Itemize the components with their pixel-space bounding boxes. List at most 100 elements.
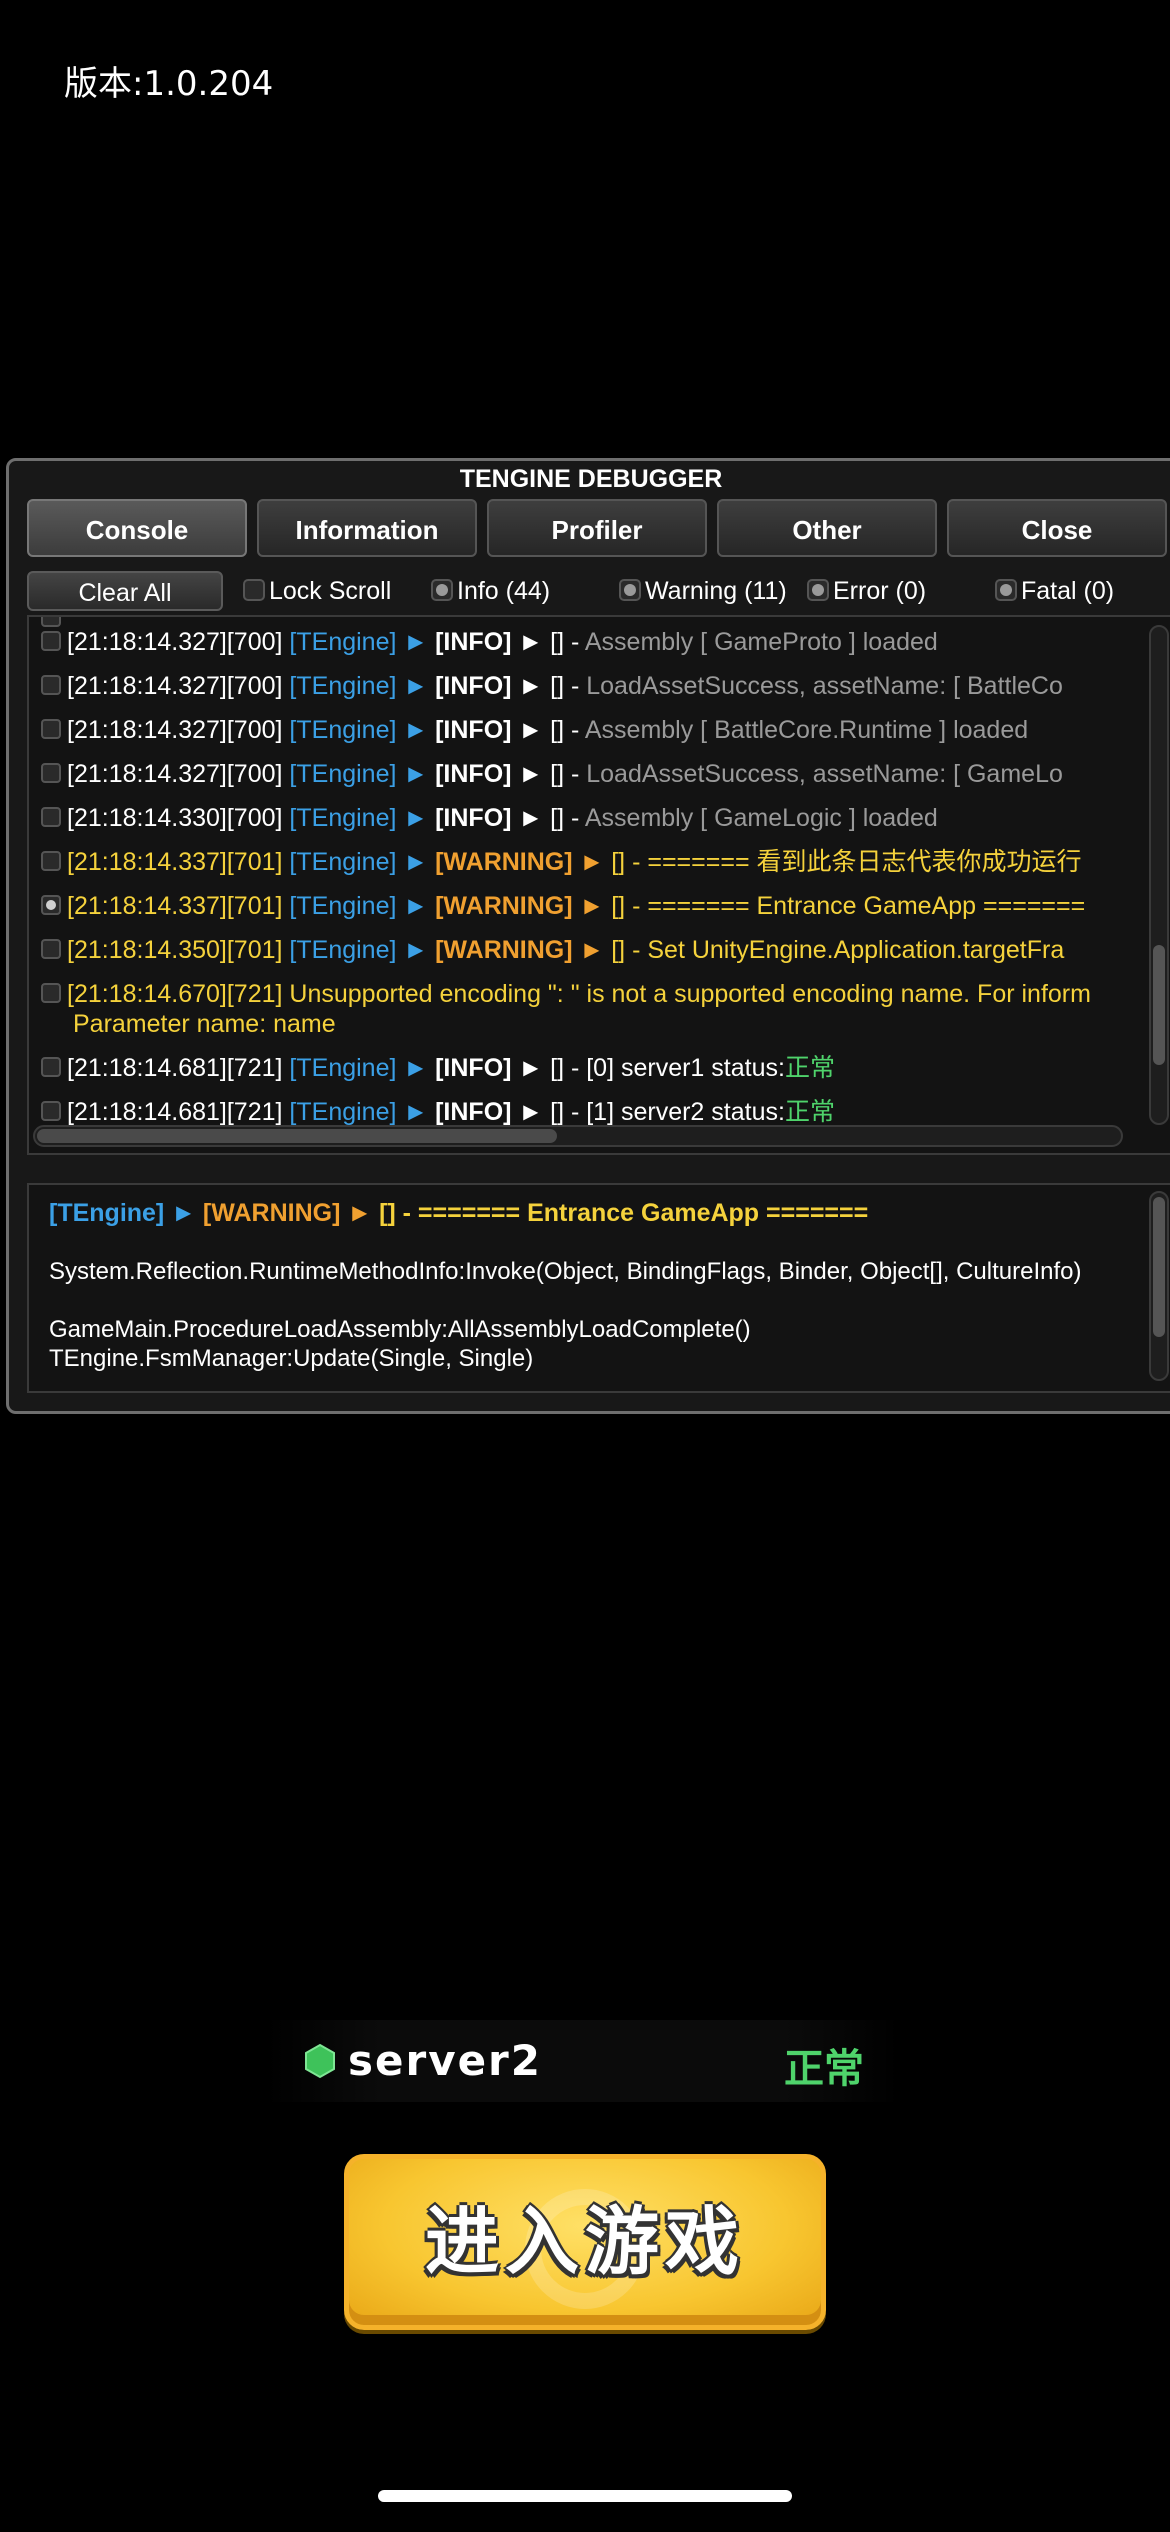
- log-vertical-scrollbar[interactable]: [1149, 625, 1169, 1125]
- log-row[interactable]: [21:18:14.681][721] [TEngine] ► [INFO] ►…: [41, 1053, 835, 1083]
- checkbox-icon: [41, 1057, 61, 1078]
- log-row[interactable]: [21:18:14.327][700] [TEngine] ► [INFO] ►…: [41, 671, 1063, 701]
- checkbox-icon: [41, 983, 61, 1004]
- detail-level: [WARNING]: [202, 1199, 341, 1227]
- arrow-icon: ►: [518, 716, 544, 744]
- server-name: server2: [348, 2036, 542, 2085]
- server-selector[interactable]: server2 正常: [266, 2020, 900, 2102]
- detail-message: [] - ======= Entrance GameApp =======: [379, 1199, 869, 1227]
- log-time: [21:18:14.681][721]: [67, 1098, 283, 1126]
- home-indicator[interactable]: [378, 2490, 792, 2502]
- arrow-icon: ►: [403, 628, 429, 656]
- error-filter-toggle[interactable]: Error (0): [807, 573, 926, 609]
- log-detail-panel[interactable]: [TEngine] ► [WARNING] ► [] - ======= Ent…: [27, 1183, 1170, 1393]
- detail-source: [TEngine]: [49, 1199, 165, 1227]
- checkbox-icon: [41, 617, 61, 628]
- tab-other[interactable]: Other: [717, 499, 937, 557]
- log-source: [TEngine]: [289, 628, 397, 656]
- log-message: Assembly [ GameProto ] loaded: [584, 628, 938, 656]
- stack-trace-line: GameMain.ProcedureLoadAssembly:AllAssemb…: [49, 1316, 751, 1343]
- log-time: [21:18:14.337][701]: [67, 848, 283, 876]
- log-row[interactable]: [21:18:14.681][721] [TEngine] ► [INFO] ►…: [41, 1097, 835, 1127]
- checkbox-icon: [41, 631, 61, 652]
- log-row[interactable]: [21:18:14.327][700] [TEngine] ► [INFO] ►…: [41, 715, 1028, 745]
- warning-filter-label: Warning (11): [645, 577, 787, 605]
- log-source: [TEngine]: [289, 1098, 397, 1126]
- checkbox-icon: [243, 579, 265, 602]
- log-row[interactable]: [21:18:14.327][700] [TEngine] ► [INFO] ►…: [41, 759, 1063, 789]
- log-level: [WARNING]: [435, 848, 573, 876]
- version-label: 版本:1.0.204: [64, 64, 274, 104]
- log-source: [TEngine]: [289, 936, 397, 964]
- log-status: 正常: [784, 1054, 835, 1082]
- debugger-tabs: Console Information Profiler Other Close: [27, 499, 1170, 557]
- log-message: [] - [0] server1 status:: [550, 1054, 785, 1082]
- arrow-icon: ►: [518, 804, 544, 832]
- log-horizontal-scrollbar[interactable]: [33, 1125, 1123, 1147]
- fatal-filter-label: Fatal (0): [1021, 577, 1115, 605]
- log-error-text: Parameter name: name: [73, 1010, 336, 1038]
- log-prefix: [] -: [611, 936, 641, 964]
- scrollbar-thumb[interactable]: [1153, 945, 1165, 1065]
- log-source: [TEngine]: [289, 848, 397, 876]
- arrow-icon: ►: [403, 1098, 429, 1126]
- scrollbar-thumb[interactable]: [37, 1129, 557, 1143]
- log-message: Assembly [ BattleCore.Runtime ] loaded: [584, 716, 1029, 744]
- arrow-icon: ►: [403, 848, 429, 876]
- detail-header: [TEngine] ► [WARNING] ► [] - ======= Ent…: [49, 1199, 868, 1228]
- log-row[interactable]: [21:18:14.330][700] [TEngine] ► [INFO] ►…: [41, 803, 938, 833]
- log-source: [TEngine]: [289, 1054, 397, 1082]
- lock-scroll-toggle[interactable]: Lock Scroll: [243, 573, 391, 609]
- log-message: [] - [1] server2 status:: [550, 1098, 785, 1126]
- log-row[interactable]: [21:18:14.350][701] [TEngine] ► [WARNING…: [41, 935, 1064, 965]
- arrow-icon: ►: [518, 672, 544, 700]
- log-level: [WARNING]: [435, 892, 573, 920]
- log-source: [TEngine]: [289, 672, 397, 700]
- debugger-title: TENGINE DEBUGGER: [459, 465, 723, 493]
- log-level: [INFO]: [435, 1098, 512, 1126]
- arrow-icon: ►: [579, 892, 605, 920]
- tab-information[interactable]: Information: [257, 499, 477, 557]
- stack-trace-line: System.Reflection.RuntimeMethodInfo:Invo…: [49, 1258, 1082, 1285]
- log-time: [21:18:14.337][701]: [67, 892, 283, 920]
- checkbox-icon: [41, 1101, 61, 1122]
- warning-filter-toggle[interactable]: Warning (11): [619, 573, 787, 609]
- log-time: [21:18:14.327][700]: [67, 672, 283, 700]
- log-source: [TEngine]: [289, 804, 397, 832]
- scrollbar-thumb[interactable]: [1153, 1197, 1165, 1337]
- enter-game-button[interactable]: 进入游戏: [344, 2154, 826, 2330]
- log-list[interactable]: [21:18:14.327][700] [TEngine] ► [INFO] ►…: [27, 615, 1170, 1155]
- log-row-selected[interactable]: [21:18:14.337][701] [TEngine] ► [WARNING…: [41, 891, 1085, 921]
- log-prefix: [] -: [550, 804, 580, 832]
- checkbox-icon: [41, 763, 61, 784]
- log-row[interactable]: [21:18:14.670][721] Unsupported encoding…: [41, 979, 1091, 1009]
- console-filter-bar: Clear All Lock Scroll Info (44) Warning …: [27, 569, 1170, 613]
- log-error-line-2: Parameter name: name: [73, 1009, 336, 1039]
- detail-vertical-scrollbar[interactable]: [1149, 1191, 1169, 1381]
- arrow-icon: ►: [403, 804, 429, 832]
- checkbox-icon: [41, 851, 61, 872]
- arrow-icon: ►: [403, 672, 429, 700]
- arrow-icon: ►: [403, 1054, 429, 1082]
- arrow-icon: ►: [518, 1098, 544, 1126]
- log-time: [21:18:14.330][700]: [67, 804, 283, 832]
- checkbox-icon: [431, 579, 453, 602]
- tab-console[interactable]: Console: [27, 499, 247, 557]
- log-row[interactable]: [21:18:14.327][700] [TEngine] ► [INFO] ►…: [41, 627, 938, 657]
- log-message: LoadAssetSuccess, assetName: [ BattleCo: [586, 672, 1063, 700]
- stack-trace-line: TEngine.FsmManager:Update(Single, Single…: [49, 1345, 534, 1372]
- fatal-filter-toggle[interactable]: Fatal (0): [995, 573, 1114, 609]
- log-prefix: [] -: [550, 760, 580, 788]
- log-row[interactable]: [21:18:14.337][701] [TEngine] ► [WARNING…: [41, 847, 1082, 877]
- clear-all-button[interactable]: Clear All: [27, 571, 223, 611]
- checkbox-icon: [41, 895, 61, 916]
- log-level: [INFO]: [435, 1054, 512, 1082]
- tab-close[interactable]: Close: [947, 499, 1167, 557]
- error-filter-label: Error (0): [833, 577, 927, 605]
- tab-profiler[interactable]: Profiler: [487, 499, 707, 557]
- log-message: Set UnityEngine.Application.targetFra: [647, 936, 1065, 964]
- arrow-icon: ►: [518, 628, 544, 656]
- log-time: [21:18:14.327][700]: [67, 628, 283, 656]
- log-level: [INFO]: [435, 628, 512, 656]
- info-filter-toggle[interactable]: Info (44): [431, 573, 550, 609]
